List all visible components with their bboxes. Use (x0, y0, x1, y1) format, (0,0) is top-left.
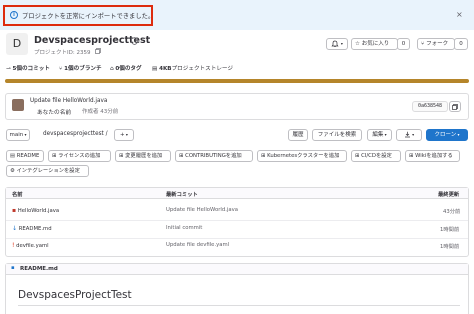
markdown-file-icon: ↓ (12, 225, 18, 232)
clone-label: クローン (434, 132, 457, 138)
fork-label: フォーク (426, 41, 449, 47)
commit-title[interactable]: Update file HelloWorld.java (30, 98, 107, 104)
file-time: 1時間前 (440, 227, 460, 233)
notification-button[interactable]: ▾ (326, 38, 348, 50)
tags-link[interactable]: ⌂ 0個のタグ (110, 64, 142, 72)
shield-icon (131, 37, 138, 47)
edit-button[interactable]: 編集 ▾ (367, 129, 392, 141)
star-count[interactable]: 0 (397, 38, 410, 50)
file-name[interactable]: README.md (19, 226, 52, 232)
clone-button[interactable]: クローン ▾ (426, 129, 468, 141)
add-changelog-chip[interactable]: ⊞ 変更履歴を追加 (115, 150, 171, 162)
table-header (6, 188, 468, 199)
readme-header (6, 264, 468, 275)
add-contributing-chip[interactable]: ⊞ CONTRIBUTINGを追加 (175, 150, 253, 162)
commit-author[interactable]: あなたの名前 (37, 107, 71, 116)
file-commit[interactable]: Update file devfile.yaml (166, 242, 229, 248)
branches-link[interactable]: ⑂ 1個のブランチ (59, 64, 102, 72)
find-file-button[interactable]: ファイルを検索 (312, 129, 362, 141)
copy-sha-button[interactable] (449, 101, 461, 112)
markdown-file-icon: ▪ (11, 265, 15, 271)
fork-button[interactable]: ⑂ フォーク (417, 38, 455, 50)
header-last-update: 最終更新 (438, 192, 460, 198)
file-time: 1時間前 (440, 244, 460, 250)
readme-heading: DevspacesProjectTest (18, 289, 132, 301)
table-row[interactable]: ↓ README.md (12, 225, 52, 232)
storage-bar (5, 79, 469, 83)
copy-icon (452, 103, 458, 110)
commits-link[interactable]: ⊸ 5個のコミット (6, 64, 50, 72)
readme-filename[interactable]: README.md (20, 266, 58, 272)
chevron-down-icon: ▾ (23, 132, 27, 137)
table-row[interactable]: ! devfile.yaml (12, 242, 49, 249)
file-icon: ▤ (10, 153, 17, 159)
close-icon[interactable]: × (456, 10, 463, 19)
yaml-file-icon: ! (12, 242, 15, 249)
file-name[interactable]: HelloWorld.java (18, 208, 59, 214)
add-menu-button[interactable]: + ▾ (114, 129, 134, 141)
star-icon: ☆ (355, 41, 360, 47)
project-avatar: D (6, 33, 28, 55)
download-icon (404, 131, 411, 138)
add-kubernetes-chip[interactable]: ⊞ Kubernetesクラスターを追加 (257, 150, 347, 162)
storage-link[interactable]: ▤ 4KBプロジェクトストレージ (152, 64, 233, 72)
branch-name: main (9, 132, 24, 138)
commit-sha[interactable]: 0a638548 (412, 101, 448, 112)
commit-icon: ⊸ (6, 66, 11, 72)
branch-selector[interactable]: main ▾ (6, 129, 30, 141)
row-divider (6, 238, 468, 239)
row-divider (6, 220, 468, 221)
readme-chip[interactable]: ▤ README (6, 150, 44, 162)
alert-message: プロジェクトを正常にインポートできました。 (22, 13, 155, 20)
bell-icon (331, 40, 341, 47)
commit-time: 作成者 43分前 (82, 109, 119, 115)
project-id: プロジェクトID: 2359 (34, 50, 91, 56)
info-icon: i (10, 11, 18, 19)
branch-icon: ⑂ (59, 66, 63, 72)
download-button[interactable]: ▾ (396, 129, 422, 141)
breadcrumb[interactable]: devspacesprojecttest / (43, 131, 108, 137)
star-button[interactable]: ☆ お気に入り (351, 38, 398, 50)
setup-integrations-chip[interactable]: ⚙ インテグレーションを設定 (6, 165, 89, 177)
file-commit[interactable]: Update file HelloWorld.java (166, 207, 238, 213)
avatar (12, 99, 24, 111)
storage-icon: ▤ (152, 66, 158, 72)
history-button[interactable]: 履歴 (288, 129, 308, 141)
setup-cicd-chip[interactable]: ⊞ CI/CDを設定 (351, 150, 401, 162)
copy-icon[interactable] (95, 48, 101, 56)
star-label: お気に入り (361, 41, 390, 47)
tag-icon: ⌂ (110, 66, 114, 72)
file-time: 43分前 (443, 209, 461, 215)
add-license-chip[interactable]: ⊞ ライセンスの追加 (48, 150, 111, 162)
add-wiki-chip[interactable]: ⊞ Wikiを追加する (405, 150, 460, 162)
header-name: 名前 (12, 192, 23, 198)
file-name[interactable]: devfile.yaml (16, 243, 49, 249)
table-row[interactable]: ▪ HelloWorld.java (12, 207, 59, 214)
divider (18, 305, 460, 306)
java-file-icon: ▪ (12, 207, 17, 214)
header-last-commit: 最新コミット (166, 192, 198, 198)
fork-icon: ⑂ (421, 41, 425, 47)
edit-label: 編集 (372, 132, 384, 138)
fork-count[interactable]: 0 (454, 38, 468, 50)
file-commit[interactable]: Initial commit (166, 225, 202, 231)
